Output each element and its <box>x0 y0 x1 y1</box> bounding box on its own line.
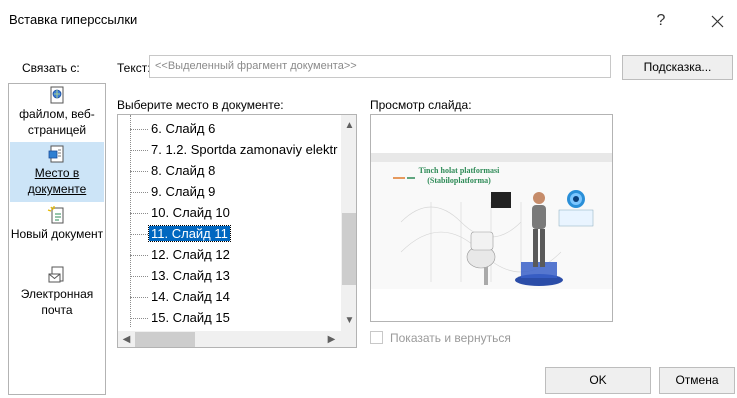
slide-preview: Tinch holat platformasi (Stabiloplatform… <box>370 114 613 322</box>
email-icon <box>48 266 64 283</box>
link-to-label: Связать с: <box>22 61 80 75</box>
close-button[interactable] <box>700 6 734 36</box>
place-in-document-icon <box>48 145 64 163</box>
sidebar-item-place-in-document[interactable]: Место в документе <box>10 142 104 202</box>
sidebar-item-web-page[interactable]: файлом, веб-страницей <box>10 86 104 140</box>
link-to-sidebar: файлом, веб-страницей Место в документе … <box>8 83 106 395</box>
slide-image: Tinch holat platformasi (Stabiloplatform… <box>393 166 594 286</box>
tree-item-slide-11[interactable]: 11. Слайд 11 <box>130 223 231 244</box>
place-in-document-label: Выберите место в документе: <box>117 98 284 112</box>
sidebar-item-label: Новый документ <box>10 227 104 241</box>
tree-item-slide-7[interactable]: 7. 1.2. Sportda zamonaviy elektr <box>130 139 339 160</box>
horizontal-scroll-thumb[interactable] <box>135 332 195 347</box>
tree-item-slide-13[interactable]: 13. Слайд 13 <box>130 265 232 286</box>
scroll-right-icon[interactable]: ▶ <box>323 331 340 347</box>
sidebar-item-label: файлом, веб-страницей <box>19 107 95 137</box>
vertical-scrollbar[interactable]: ▲ ▼ <box>341 115 356 331</box>
screentip-button[interactable]: Подсказка... <box>622 55 733 80</box>
tree-item-slide-9[interactable]: 9. Слайд 9 <box>130 181 217 202</box>
sidebar-item-label: Электронная почта <box>20 287 94 317</box>
scrollbar-corner <box>341 331 356 347</box>
tree-item-slide-6[interactable]: 6. Слайд 6 <box>130 118 217 139</box>
tree-item-slide-10[interactable]: 10. Слайд 10 <box>130 202 232 223</box>
slide-title-line2: (Stabiloplatforma) <box>427 176 491 185</box>
scroll-left-icon[interactable]: ◀ <box>118 331 135 347</box>
text-to-display-field[interactable]: <<Выделенный фрагмент документа>> <box>149 55 611 78</box>
scroll-up-icon[interactable]: ▲ <box>341 117 356 134</box>
web-page-icon <box>50 86 64 104</box>
horizontal-scrollbar[interactable]: ◀ ▶ <box>118 331 341 347</box>
slide-thumbnail: Tinch holat platformasi (Stabiloplatform… <box>371 153 612 289</box>
dialog-title: Вставка гиперссылки <box>9 12 138 27</box>
tree-item-slide-8[interactable]: 8. Слайд 8 <box>130 160 217 181</box>
sidebar-item-email[interactable]: Электронная почта <box>10 266 104 320</box>
show-and-return-option: Показать и вернуться <box>370 331 511 345</box>
ok-button[interactable]: OK <box>545 367 651 394</box>
text-label: Текст: <box>117 61 151 75</box>
sidebar-item-label: Место в документе <box>27 166 87 196</box>
scroll-down-icon[interactable]: ▼ <box>341 312 356 329</box>
tree-item-slide-15[interactable]: 15. Слайд 15 <box>130 307 232 328</box>
vertical-scroll-thumb[interactable] <box>342 213 356 285</box>
dialog-titlebar: Вставка гиперссылки ? <box>0 0 737 40</box>
show-and-return-checkbox <box>370 331 383 344</box>
show-and-return-label: Показать и вернуться <box>390 331 511 345</box>
sidebar-item-new-document[interactable]: Новый документ <box>10 206 104 260</box>
slide-title-line1: Tinch holat platformasi <box>419 166 501 175</box>
slide-preview-label: Просмотр слайда: <box>370 98 472 112</box>
document-places-tree[interactable]: 6. Слайд 6 7. 1.2. Sportda zamonaviy ele… <box>117 114 357 348</box>
help-button[interactable]: ? <box>648 8 674 34</box>
cancel-button[interactable]: Отмена <box>659 367 735 394</box>
new-document-icon <box>47 206 64 224</box>
close-icon <box>711 15 723 28</box>
tree-item-slide-12[interactable]: 12. Слайд 12 <box>130 244 232 265</box>
tree-item-slide-14[interactable]: 14. Слайд 14 <box>130 286 232 307</box>
